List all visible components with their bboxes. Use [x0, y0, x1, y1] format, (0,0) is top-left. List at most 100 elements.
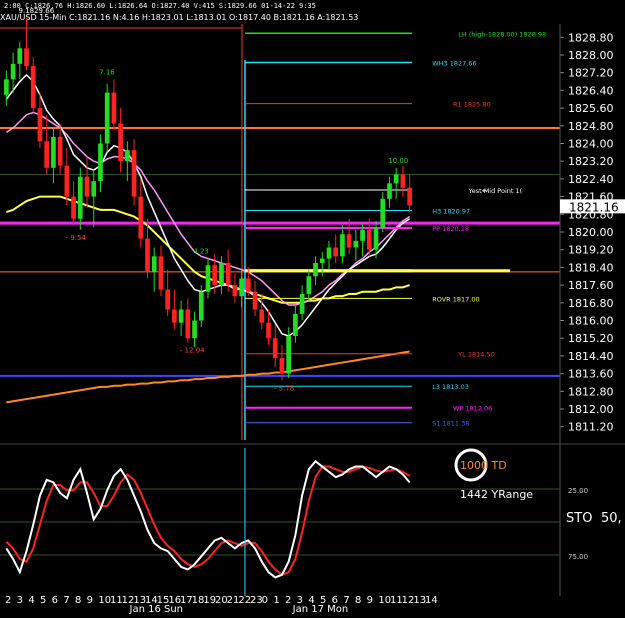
candle-body-47: [319, 258, 325, 263]
candle-body-34: [232, 285, 238, 297]
candle-body-40: [272, 338, 278, 359]
y-tick-label-20: 1812.80: [568, 385, 614, 398]
candle-body-0: [4, 79, 9, 95]
last-price-label: 1821.16: [569, 200, 619, 214]
level-label-2: R1 1825.80: [453, 101, 491, 109]
y-tick-label-4: 1825.60: [568, 102, 614, 115]
level-label-0: LH (high-1828.00) 1828.98: [458, 30, 546, 38]
level-label-3: Yest Mid Point 1(: [468, 187, 523, 195]
candle-body-39: [266, 322, 271, 339]
swing-label-6: 10.00: [388, 157, 408, 165]
candle-body-46: [313, 262, 318, 277]
y-tick-label-12: 1819.20: [568, 244, 614, 257]
sto-value-label: 50,: [601, 511, 622, 526]
candle-body-27: [185, 309, 191, 339]
swing-label-3: 4.23: [193, 248, 209, 256]
candle-body-58: [393, 174, 399, 184]
yrange-label: 1442 YRange: [460, 488, 533, 501]
x-tick-label-0: 2: [5, 595, 11, 606]
x-tick-label-6: 8: [75, 595, 81, 606]
candle-body-54: [366, 229, 372, 250]
x-tick-label-7: 9: [87, 595, 93, 606]
y-tick-label-19: 1813.60: [568, 368, 614, 381]
y-tick-label-2: 1827.20: [568, 67, 614, 80]
candle-body-16: [111, 92, 117, 124]
candle-body-23: [158, 256, 164, 290]
y-tick-label-1: 1828.00: [568, 49, 614, 62]
swing-label-0: 9.1829.66: [19, 7, 55, 15]
y-tick-label-14: 1817.60: [568, 279, 614, 292]
candle-body-7: [51, 136, 56, 168]
y-tick-label-5: 1824.80: [568, 120, 614, 133]
candle-body-24: [165, 289, 171, 310]
y-tick-label-21: 1812.00: [568, 403, 614, 416]
candle-body-14: [98, 143, 103, 182]
td-label: 1000 TD: [460, 459, 507, 472]
chart-container: 2:00 C:1826.76 H:1826.60 L:1826.64 O:182…: [0, 0, 625, 615]
candle-body-43: [293, 313, 298, 336]
mid-point-arrow: ←: [482, 187, 488, 195]
candle-body-56: [380, 198, 386, 228]
candle-body-6: [44, 141, 50, 168]
swing-label-5: - 5.78: [274, 384, 294, 392]
x-tick-label-22: 0: [262, 595, 268, 606]
swing-label-1: 7.16: [99, 68, 115, 76]
price-chart[interactable]: 2:00 C:1826.76 H:1826.60 L:1826.64 O:182…: [0, 0, 625, 615]
candle-body-60: [407, 187, 412, 206]
candle-body-2: [17, 48, 23, 64]
candle-body-52: [353, 240, 359, 248]
candle-body-3: [24, 48, 29, 67]
y-tick-label-22: 1811.20: [568, 421, 614, 434]
candle-body-15: [104, 92, 110, 144]
y-tick-label-3: 1826.40: [568, 84, 614, 97]
candle-body-57: [387, 183, 392, 199]
candle-body-4: [30, 66, 36, 109]
level-label-7: ROVR 1817.00: [432, 295, 479, 303]
candle-body-20: [138, 196, 144, 239]
y-tick-label-6: 1824.00: [568, 137, 614, 150]
y-tick-label-11: 1820.00: [568, 226, 614, 239]
y-tick-label-15: 1816.80: [568, 297, 614, 310]
candle-body-48: [326, 247, 332, 259]
x-tick-label-23: 1: [273, 595, 279, 606]
level-label-4: H3 1820.97: [432, 208, 470, 216]
date-label-1: Jan 17 Mon: [292, 604, 349, 614]
candle-body-44: [299, 293, 305, 314]
candle-body-21: [145, 238, 150, 272]
date-label-0: Jan 16 Sun: [129, 604, 184, 614]
candle-body-8: [57, 136, 63, 166]
candle-body-18: [124, 150, 130, 162]
candle-body-49: [333, 247, 339, 257]
level-label-9: L3 1813.03: [432, 383, 469, 391]
candle-body-10: [71, 196, 76, 219]
x-tick-label-3: 5: [40, 595, 46, 606]
sto-label: STO: [566, 511, 592, 526]
candle-body-41: [279, 358, 285, 374]
x-tick-label-36: 14: [425, 595, 438, 606]
candle-body-1: [10, 63, 16, 80]
x-tick-label-1: 3: [17, 595, 23, 606]
x-tick-label-5: 7: [63, 595, 69, 606]
candle-body-38: [259, 309, 265, 323]
x-tick-label-2: 4: [28, 595, 34, 606]
x-tick-label-4: 6: [52, 595, 58, 606]
sto-tick-label-1: 75.00: [568, 553, 588, 561]
y-tick-label-13: 1818.40: [568, 261, 614, 274]
candle-body-22: [151, 256, 157, 272]
candle-body-55: [373, 227, 379, 250]
y-tick-label-7: 1823.20: [568, 155, 614, 168]
candle-body-59: [400, 174, 406, 188]
candle-body-26: [178, 309, 184, 323]
candle-body-33: [225, 262, 231, 286]
candle-body-12: [84, 176, 90, 197]
level-label-10: WP 1812.06: [453, 405, 492, 413]
swing-label-2: - 9.54: [66, 234, 87, 242]
y-tick-label-8: 1822.40: [568, 173, 614, 186]
last-price-tag: 1821.16: [560, 199, 625, 214]
candle-body-13: [91, 181, 97, 197]
candle-body-25: [172, 309, 177, 323]
candle-body-17: [118, 123, 123, 162]
candle-body-37: [252, 291, 258, 310]
x-tick-label-31: 9: [367, 595, 373, 606]
sto-tick-label-0: 25.00: [568, 487, 588, 495]
